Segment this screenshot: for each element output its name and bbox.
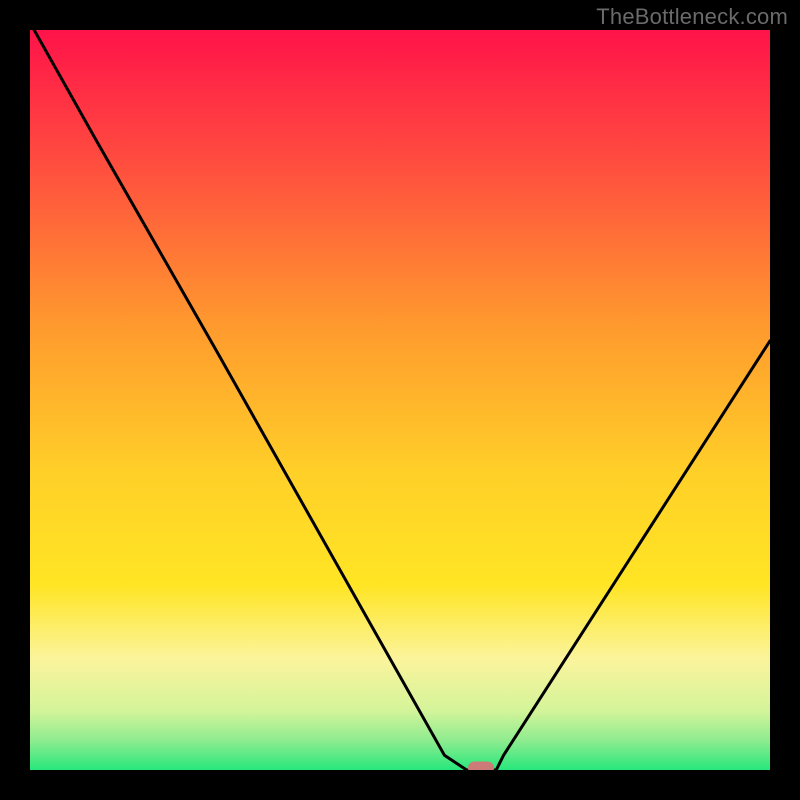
curve-layer	[30, 30, 770, 770]
optimal-marker	[468, 761, 494, 770]
plot-area	[30, 30, 770, 770]
bottleneck-curve	[30, 30, 770, 770]
watermark-text: TheBottleneck.com	[596, 4, 788, 30]
